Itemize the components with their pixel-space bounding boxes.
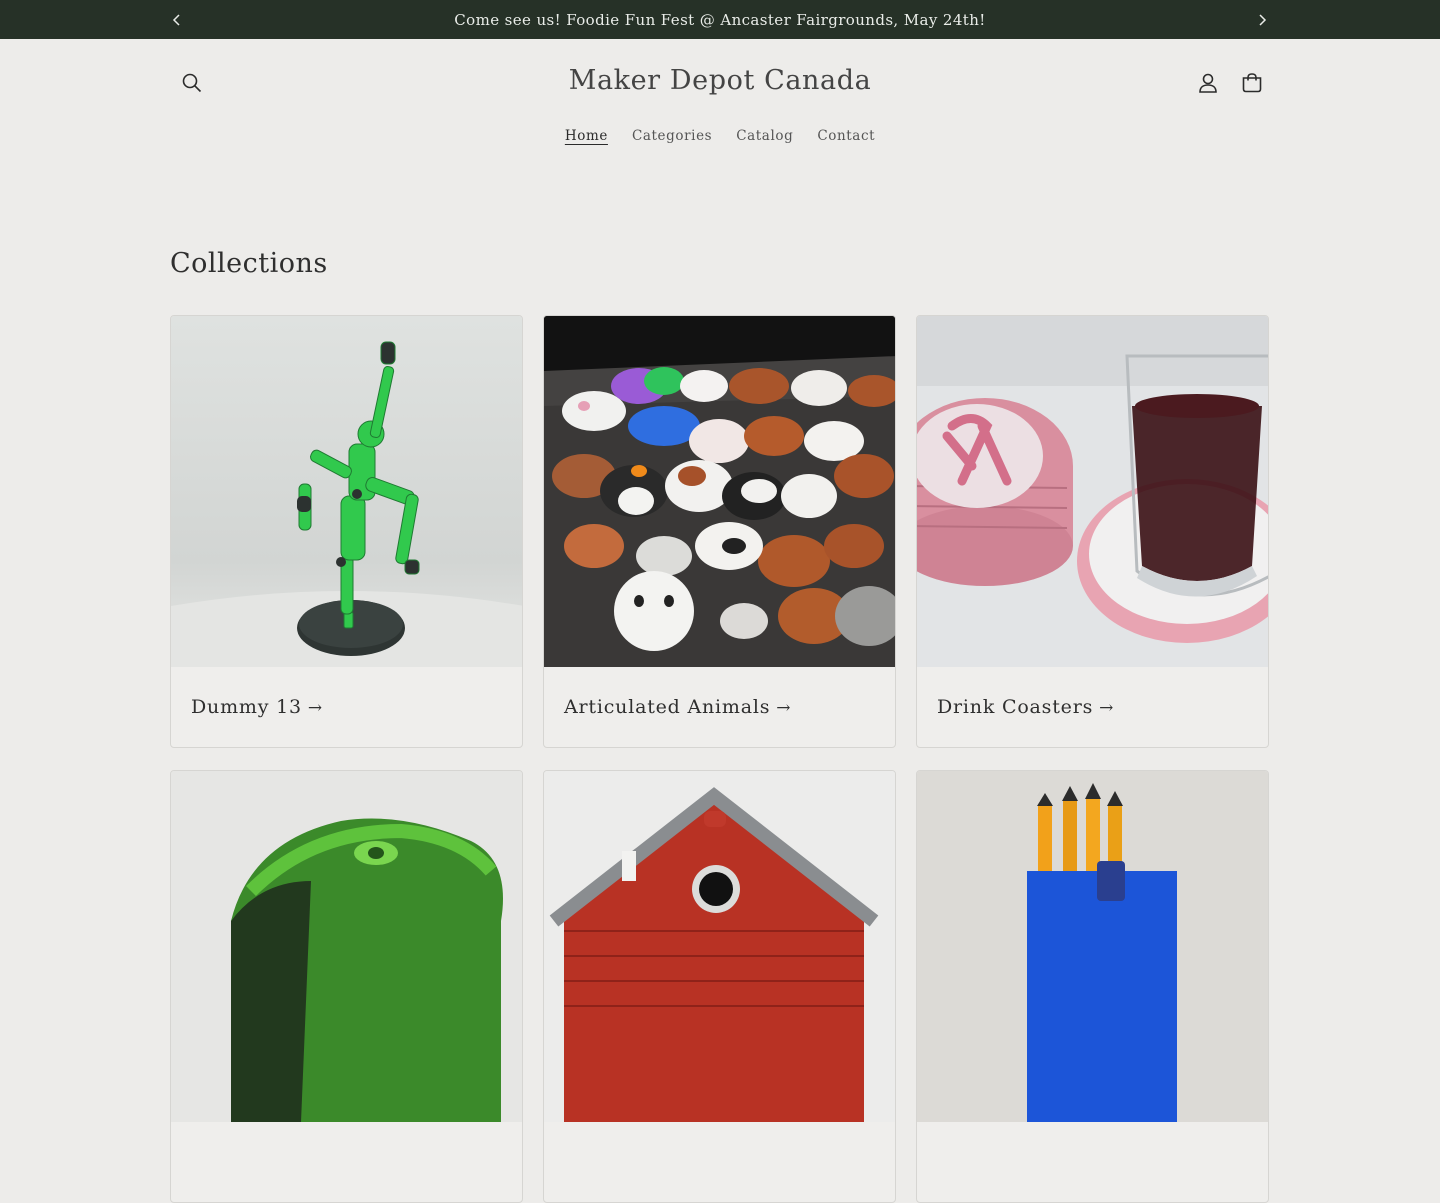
collection-card-5[interactable]: [543, 770, 896, 1203]
cart-button[interactable]: [1230, 61, 1274, 105]
announcement-next-button[interactable]: [1247, 0, 1277, 39]
collections-title: Collections: [170, 248, 328, 279]
announcement-bar: Come see us! Foodie Fun Fest @ Ancaster …: [0, 0, 1440, 39]
arrow-right-icon: →: [776, 698, 792, 718]
arrow-right-icon: →: [307, 698, 323, 718]
collection-image-6: [917, 771, 1268, 1122]
chevron-left-icon: [172, 13, 180, 26]
announcement-text: Come see us! Foodie Fun Fest @ Ancaster …: [454, 10, 986, 29]
arrow-right-icon: →: [1099, 698, 1115, 718]
account-button[interactable]: [1186, 61, 1230, 105]
collection-image-articulated-animals: [544, 316, 895, 667]
collections-grid: Dummy 13 → Articulated Animals → Drink C…: [170, 315, 1270, 1203]
collection-image-dummy-13: [171, 316, 522, 667]
chevron-right-icon: [1259, 13, 1267, 26]
account-icon: [1199, 73, 1217, 93]
nav-contact[interactable]: Contact: [805, 128, 887, 144]
announcement-prev-button[interactable]: [162, 0, 192, 39]
collection-card-4[interactable]: [170, 770, 523, 1203]
cart-icon: [1242, 73, 1262, 93]
collection-card-6[interactable]: [916, 770, 1269, 1203]
site-header: Maker Depot Canada: [0, 39, 1440, 121]
collection-image-drink-coasters: [917, 316, 1268, 667]
nav-categories[interactable]: Categories: [620, 128, 724, 144]
collection-title-dummy-13[interactable]: Dummy 13 →: [191, 696, 323, 718]
collection-image-4: [171, 771, 522, 1122]
collection-card-drink-coasters[interactable]: Drink Coasters →: [916, 315, 1269, 748]
collection-card-articulated-animals[interactable]: Articulated Animals →: [543, 315, 896, 748]
collection-card-dummy-13[interactable]: Dummy 13 →: [170, 315, 523, 748]
nav-home[interactable]: Home: [553, 128, 620, 144]
collection-title-drink-coasters[interactable]: Drink Coasters →: [937, 696, 1114, 718]
collection-title-articulated-animals[interactable]: Articulated Animals →: [564, 696, 791, 718]
nav-catalog[interactable]: Catalog: [724, 128, 805, 144]
collection-image-5: [544, 771, 895, 1122]
